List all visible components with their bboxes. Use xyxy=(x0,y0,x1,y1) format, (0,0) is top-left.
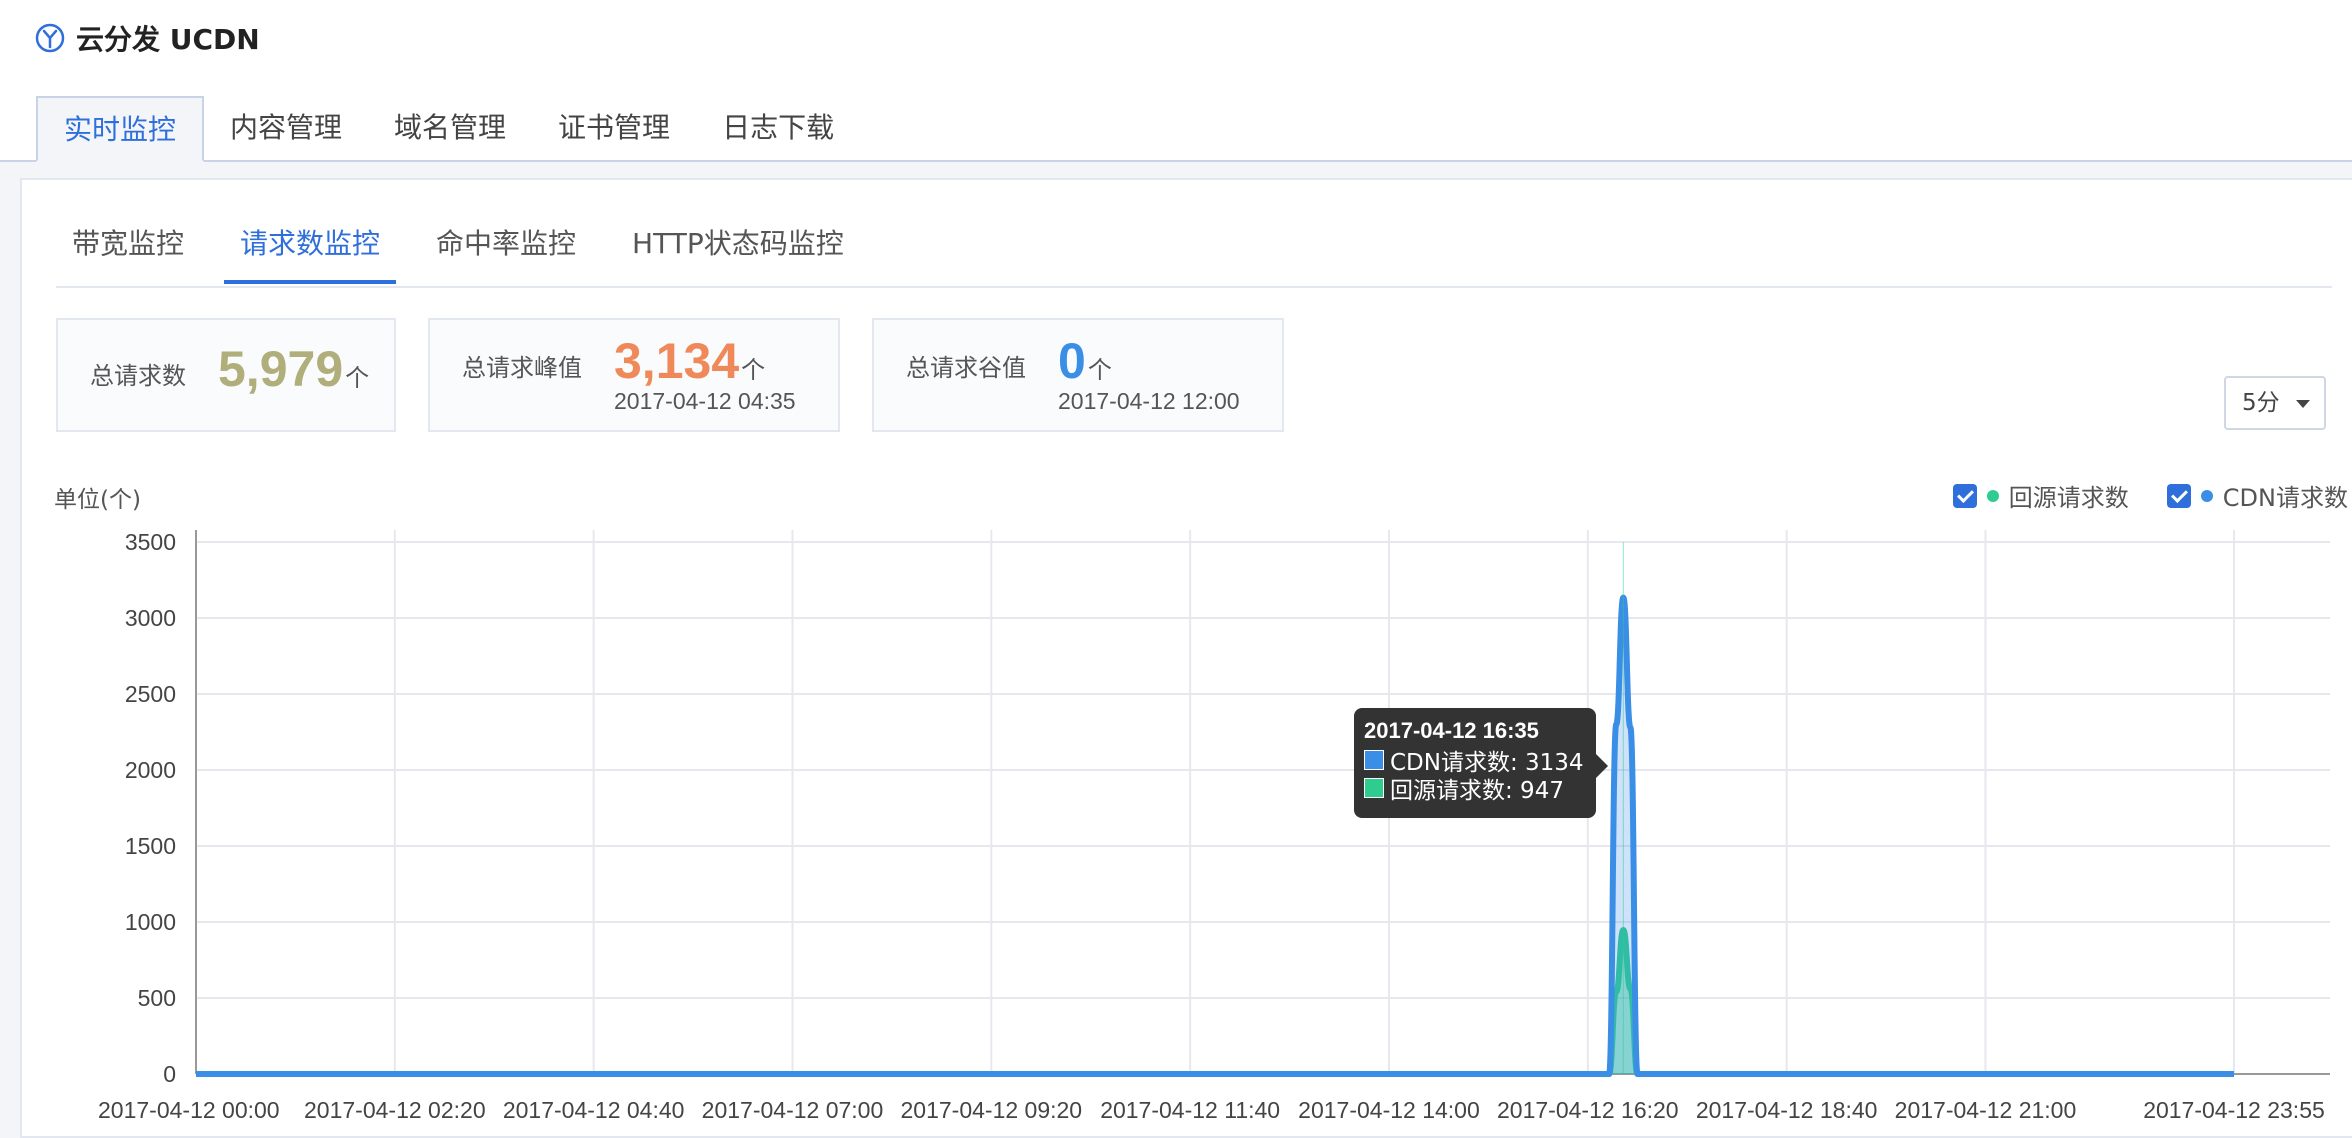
y-tick-label: 2000 xyxy=(125,757,176,783)
y-tick-label: 0 xyxy=(163,1061,176,1087)
y-tick-label: 1000 xyxy=(125,909,176,935)
series-line-cdn xyxy=(196,594,2234,1078)
x-tick-label: 2017-04-12 14:00 xyxy=(1298,1097,1480,1123)
x-tick-label: 2017-04-12 18:40 xyxy=(1696,1097,1878,1123)
series-area-origin xyxy=(196,930,2234,1074)
y-tick-label: 3500 xyxy=(125,529,176,555)
x-tick-label: 2017-04-12 00:00 xyxy=(98,1097,280,1123)
series-line-origin xyxy=(196,927,2234,1078)
chart-tooltip: 2017-04-12 16:35 CDN请求数: 3134 回源请求数: 947 xyxy=(1354,708,1608,818)
x-tick-label: 2017-04-12 02:20 xyxy=(304,1097,486,1123)
x-tick-label: 2017-04-12 16:20 xyxy=(1497,1097,1679,1123)
y-tick-label: 3000 xyxy=(125,605,176,631)
tooltip-row-origin: 回源请求数: 947 xyxy=(1364,774,1586,804)
x-tick-label: 2017-04-12 04:40 xyxy=(503,1097,685,1123)
requests-chart: 0 500 1000 1500 2000 2500 3000 3500 2017-04-12 0… xyxy=(98,529,2330,1123)
y-tick-label: 1500 xyxy=(125,833,176,859)
x-tick-label: 2017-04-12 21:00 xyxy=(1895,1097,2077,1123)
y-tick-label: 500 xyxy=(138,985,176,1011)
x-tick-label: 2017-04-12 07:00 xyxy=(702,1097,884,1123)
series-area-cdn xyxy=(196,597,2234,1074)
x-tick-label: 2017-04-12 11:40 xyxy=(1100,1097,1280,1123)
y-tick-label: 2500 xyxy=(125,681,176,707)
x-tick-label: 2017-04-12 23:55 xyxy=(2143,1097,2325,1123)
tooltip-swatch-cdn xyxy=(1364,750,1384,770)
tooltip-swatch-origin xyxy=(1364,778,1384,798)
x-tick-label: 2017-04-12 09:20 xyxy=(901,1097,1083,1123)
tooltip-row-cdn: CDN请求数: 3134 xyxy=(1364,746,1586,776)
tooltip-text-origin: 回源请求数: 947 xyxy=(1390,778,1564,804)
tooltip-title: 2017-04-12 16:35 xyxy=(1364,718,1539,743)
